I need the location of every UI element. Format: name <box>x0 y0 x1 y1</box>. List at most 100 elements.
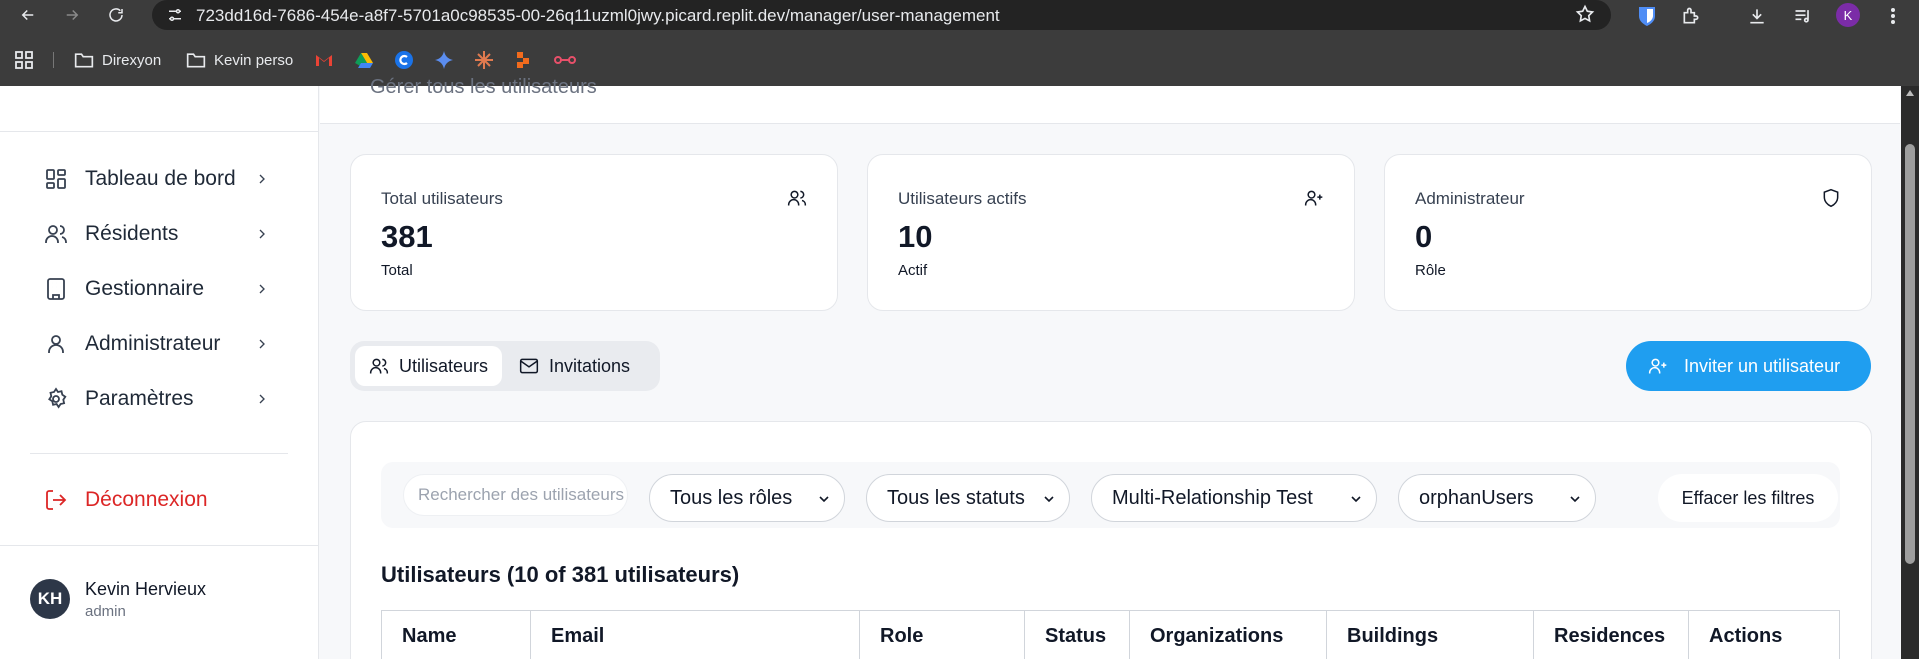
column-label: Status <box>1045 625 1107 647</box>
sidebar-divider <box>30 453 288 454</box>
folder-icon <box>74 53 94 68</box>
sidebar-item-admin[interactable]: Administrateur <box>30 324 280 364</box>
select-value: orphanUsers <box>1419 486 1534 509</box>
clear-filters-button[interactable]: Effacer les filtres <box>1658 474 1838 522</box>
tab-users[interactable]: Utilisateurs <box>355 346 503 386</box>
bookmark-direxyon[interactable]: Direxyon <box>74 46 161 74</box>
reload-icon[interactable] <box>104 3 128 27</box>
address-bar[interactable]: 723dd16d-7686-454e-a8f7-5701a0c98535-00-… <box>152 0 1611 30</box>
page-header: Gérer tous les utilisateurs <box>320 76 1900 124</box>
column-header-actions[interactable]: Actions <box>1689 611 1839 659</box>
stat-value: 0 <box>1415 219 1433 254</box>
role-filter-select[interactable]: Tous les rôles <box>649 474 845 522</box>
sidebar-item-residents[interactable]: Résidents <box>30 214 280 254</box>
column-header-residences[interactable]: Residences <box>1534 611 1689 659</box>
column-header-role[interactable]: Role <box>860 611 1025 659</box>
sidebar-item-dashboard[interactable]: Tableau de bord <box>30 159 280 199</box>
user-role: admin <box>85 603 126 620</box>
c-app-icon[interactable] <box>394 50 414 70</box>
user-name: Kevin Hervieux <box>85 579 207 599</box>
users-icon <box>369 356 389 376</box>
building-filter-select[interactable]: orphanUsers <box>1398 474 1596 522</box>
chevron-right-icon <box>254 391 270 407</box>
url-text[interactable]: 723dd16d-7686-454e-a8f7-5701a0c98535-00-… <box>196 6 1000 26</box>
dashboard-icon <box>44 167 68 191</box>
bookmark-star-icon[interactable] <box>1575 4 1595 24</box>
forward-icon[interactable] <box>60 3 84 27</box>
claude-icon[interactable] <box>474 50 494 70</box>
page-subtitle: Gérer tous les utilisateurs <box>370 76 597 98</box>
chevron-down-icon <box>1348 491 1364 507</box>
app-icon[interactable] <box>514 50 534 70</box>
sidebar-item-manager[interactable]: Gestionnaire <box>30 269 280 309</box>
filter-bar: Tous les rôles Tous les statuts Multi-Re… <box>381 462 1840 528</box>
menu-dots-icon[interactable] <box>1880 3 1906 29</box>
users-icon <box>787 188 807 208</box>
sidebar-item-label: Administrateur <box>85 332 221 355</box>
back-icon[interactable] <box>16 3 40 27</box>
stat-value: 381 <box>381 219 433 254</box>
column-header-organizations[interactable]: Organizations <box>1130 611 1327 659</box>
stat-label: Administrateur <box>1415 189 1525 208</box>
column-label: Email <box>551 625 605 647</box>
site-info-icon[interactable] <box>166 6 184 24</box>
download-icon[interactable] <box>1744 3 1770 29</box>
shield-icon <box>1821 188 1841 208</box>
scrollbar-thumb[interactable] <box>1905 144 1915 564</box>
tab-invitations[interactable]: Invitations <box>505 346 644 386</box>
link-icon[interactable] <box>554 50 576 70</box>
logout-button[interactable]: Déconnexion <box>30 480 280 520</box>
column-header-buildings[interactable]: Buildings <box>1327 611 1534 659</box>
logout-icon <box>44 488 68 512</box>
column-label: Name <box>402 625 457 647</box>
sidebar-item-settings[interactable]: Paramètres <box>30 379 280 419</box>
chevron-right-icon <box>254 336 270 352</box>
invite-user-button[interactable]: Inviter un utilisateur <box>1626 341 1871 391</box>
column-header-name[interactable]: Name <box>382 611 531 659</box>
status-filter-select[interactable]: Tous les statuts <box>866 474 1070 522</box>
profile-avatar[interactable]: K <box>1836 3 1860 27</box>
gear-icon <box>44 387 68 411</box>
column-label: Actions <box>1709 625 1783 647</box>
apps-grid-icon[interactable] <box>14 50 34 70</box>
table-title: Utilisateurs (10 of 381 utilisateurs) <box>381 562 740 587</box>
chevron-down-icon <box>1567 491 1583 507</box>
sidebar-item-label: Gestionnaire <box>85 277 205 300</box>
bitwarden-icon[interactable] <box>1634 3 1660 29</box>
user-profile[interactable]: KH Kevin Hervieux admin <box>30 579 290 629</box>
column-label: Organizations <box>1150 625 1284 647</box>
stat-value: 10 <box>898 219 933 254</box>
bookmark-kevin-perso[interactable]: Kevin perso <box>186 46 293 74</box>
gemini-icon[interactable] <box>434 50 454 70</box>
select-value: Tous les rôles <box>670 486 793 509</box>
drive-icon[interactable] <box>354 50 374 70</box>
stat-label: Total utilisateurs <box>381 189 503 208</box>
organization-filter-select[interactable]: Multi-Relationship Test <box>1091 474 1377 522</box>
browser-chrome: 723dd16d-7686-454e-a8f7-5701a0c98535-00-… <box>0 0 1919 86</box>
chevron-right-icon <box>254 171 270 187</box>
column-header-status[interactable]: Status <box>1025 611 1130 659</box>
user-plus-icon <box>1304 188 1324 208</box>
folder-icon <box>186 53 206 68</box>
column-label: Role <box>880 625 924 647</box>
avatar: KH <box>30 579 70 619</box>
search-input[interactable] <box>403 474 628 516</box>
column-header-email[interactable]: Email <box>531 611 860 659</box>
logout-label: Déconnexion <box>85 488 208 511</box>
sidebar: Tableau de bord Résidents Gestionnaire A… <box>0 86 319 659</box>
tab-label: Invitations <box>549 355 631 376</box>
tab-list: Utilisateurs Invitations <box>350 341 660 391</box>
gmail-icon[interactable] <box>314 50 334 70</box>
stat-label: Utilisateurs actifs <box>898 189 1027 208</box>
sidebar-divider <box>0 131 319 132</box>
page-scrollbar[interactable] <box>1901 86 1919 659</box>
bookmark-label: Direxyon <box>102 51 162 69</box>
users-panel: Tous les rôles Tous les statuts Multi-Re… <box>350 421 1872 659</box>
sidebar-divider <box>0 545 319 546</box>
scroll-up-icon[interactable] <box>1906 90 1914 96</box>
extensions-icon[interactable] <box>1678 3 1704 29</box>
media-icon[interactable] <box>1790 3 1816 29</box>
main-content: Gérer tous les utilisateurs Total utilis… <box>320 76 1900 659</box>
column-label: Residences <box>1554 625 1666 647</box>
invite-user-label: Inviter un utilisateur <box>1684 355 1841 376</box>
